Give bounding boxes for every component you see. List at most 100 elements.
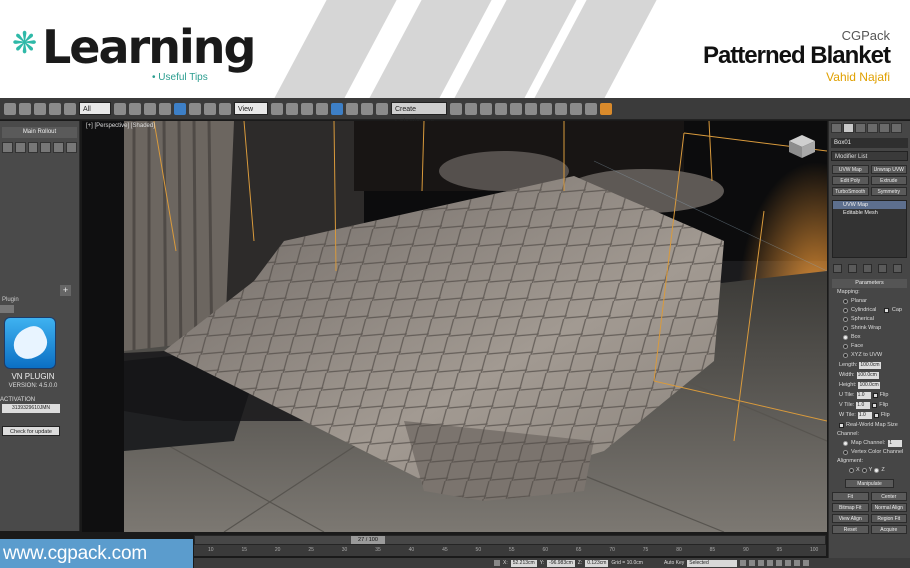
grid-icon[interactable]	[27, 142, 39, 153]
create-tab-icon[interactable]	[831, 123, 842, 133]
select-move-icon[interactable]	[174, 102, 186, 115]
pan-icon[interactable]	[794, 560, 801, 566]
pivot-center-icon[interactable]	[271, 102, 283, 115]
checker-icon[interactable]	[40, 142, 52, 153]
edit-poly-button[interactable]: Edit Poly	[832, 176, 869, 185]
render-production-icon[interactable]	[585, 102, 597, 115]
spinner-snap-icon[interactable]	[361, 102, 373, 115]
reset-button[interactable]: Reset	[832, 525, 869, 534]
sphere-icon[interactable]	[14, 142, 26, 153]
layer-manager-icon[interactable]	[480, 102, 492, 115]
mapping-planar[interactable]: Planar	[829, 297, 910, 306]
unlink-icon[interactable]	[49, 102, 61, 115]
viewport-label[interactable]: [+] [Perspective] [Shaded]	[86, 123, 155, 129]
go-to-end-icon[interactable]	[776, 560, 783, 566]
teapot-render-icon[interactable]	[600, 102, 612, 115]
bitmap-fit-button[interactable]: Bitmap Fit	[832, 503, 869, 512]
align-icon[interactable]	[465, 102, 477, 115]
cube-icon[interactable]	[2, 142, 13, 153]
viewcube-icon[interactable]	[787, 133, 817, 159]
mapping-spherical[interactable]: Spherical	[829, 315, 910, 324]
select-manipulate-icon[interactable]	[286, 102, 298, 115]
hierarchy-tab-icon[interactable]	[855, 123, 866, 133]
schematic-view-icon[interactable]	[525, 102, 537, 115]
redo-icon[interactable]	[19, 102, 31, 115]
rectangular-selection-icon[interactable]	[144, 102, 156, 115]
time-slider-thumb[interactable]: 27 / 100	[351, 536, 385, 544]
snaps-toggle-icon[interactable]	[316, 102, 328, 115]
plugin-tab[interactable]	[0, 305, 14, 313]
remove-modifier-icon[interactable]	[878, 264, 887, 273]
w-flip-checkbox[interactable]	[873, 412, 879, 418]
next-frame-icon[interactable]	[767, 560, 774, 566]
lock-selection-icon[interactable]	[494, 560, 500, 566]
mirror-icon[interactable]	[450, 102, 462, 115]
time-slider[interactable]: 27 / 100	[194, 535, 826, 545]
zoom-icon[interactable]	[785, 560, 792, 566]
graphite-ribbon-icon[interactable]	[495, 102, 507, 115]
parameters-rollout-title[interactable]: Parameters	[832, 279, 907, 288]
view-align-button[interactable]: View Align	[832, 514, 869, 523]
bed-icon[interactable]	[53, 142, 65, 153]
width-spinner[interactable]: 100.0cm	[856, 371, 879, 379]
undo-icon[interactable]	[4, 102, 16, 115]
select-rotate-icon[interactable]	[189, 102, 201, 115]
previous-frame-icon[interactable]	[749, 560, 756, 566]
w-tile-spinner[interactable]: 1.0	[857, 411, 872, 419]
function-icon[interactable]	[66, 142, 77, 153]
mapping-cylindrical[interactable]: Cylindrical Cap	[829, 306, 910, 315]
check-update-button[interactable]: Check for update	[2, 426, 60, 436]
auto-key-label[interactable]: Auto Key	[664, 560, 684, 566]
select-by-name-icon[interactable]	[129, 102, 141, 115]
select-object-icon[interactable]	[114, 102, 126, 115]
reference-coordinate-dropdown[interactable]: View	[234, 102, 268, 115]
orbit-icon[interactable]	[803, 560, 810, 566]
link-icon[interactable]	[34, 102, 46, 115]
percent-snap-icon[interactable]	[346, 102, 358, 115]
unwrap-uvw-button[interactable]: Unwrap UVW	[870, 165, 907, 174]
modifier-list-dropdown[interactable]: Modifier List	[831, 151, 908, 161]
z-coordinate-field[interactable]: 0.123cm	[585, 559, 609, 567]
bind-space-warp-icon[interactable]	[64, 102, 76, 115]
add-icon[interactable]: +	[60, 285, 71, 296]
keyboard-shortcut-override-icon[interactable]	[301, 102, 313, 115]
symmetry-button[interactable]: Symmetry	[870, 187, 907, 196]
u-tile-spinner[interactable]: 1.0	[856, 391, 871, 399]
select-scale-icon[interactable]	[204, 102, 216, 115]
height-spinner[interactable]: 100.0cm	[858, 381, 881, 389]
real-world-row[interactable]: Real-World Map Size	[829, 420, 910, 430]
rendered-frame-window-icon[interactable]	[570, 102, 582, 115]
fit-button[interactable]: Fit	[832, 492, 869, 501]
x-coordinate-field[interactable]: 52.213cm	[510, 559, 537, 567]
show-end-result-icon[interactable]	[848, 264, 857, 273]
mapping-face[interactable]: Face	[829, 342, 910, 351]
configure-sets-icon[interactable]	[893, 264, 902, 273]
object-name-field[interactable]: Box01	[831, 138, 908, 148]
angle-snap-icon[interactable]	[331, 102, 343, 115]
key-filter-dropdown[interactable]: Selected	[687, 559, 738, 567]
track-bar[interactable]: 10 15 20 25 30 35 40 45 50 55 60 65 70 75 80 85 90 95 100	[194, 545, 826, 556]
v-flip-checkbox[interactable]	[872, 402, 878, 408]
map-channel-radio[interactable]: Map Channel: 1	[829, 439, 910, 448]
v-tile-spinner[interactable]: 1.0	[856, 401, 871, 409]
modify-tab-icon[interactable]	[843, 123, 854, 133]
center-button[interactable]: Center	[870, 492, 907, 501]
manipulate-button[interactable]: Manipulate	[845, 479, 894, 488]
curve-editor-icon[interactable]	[510, 102, 522, 115]
pin-stack-icon[interactable]	[833, 264, 842, 273]
activation-code-field[interactable]: 3139329610JMN	[2, 404, 60, 413]
turbosmooth-button[interactable]: TurboSmooth	[832, 187, 869, 196]
alignment-axis-radios[interactable]: X Y Z	[829, 466, 910, 475]
named-selection-sets-dropdown[interactable]: Create Selection Se	[391, 102, 447, 126]
normal-align-button[interactable]: Normal Align	[870, 503, 907, 512]
vertex-color-channel-radio[interactable]: Vertex Color Channel	[829, 448, 910, 457]
real-world-checkbox[interactable]	[839, 422, 844, 428]
play-icon[interactable]	[758, 560, 765, 566]
acquire-button[interactable]: Acquire	[870, 525, 907, 534]
window-crossing-icon[interactable]	[159, 102, 171, 115]
uvw-map-button[interactable]: UVW Map	[832, 165, 869, 174]
make-unique-icon[interactable]	[863, 264, 872, 273]
edit-named-selection-icon[interactable]	[376, 102, 388, 115]
perspective-viewport[interactable]: [+] [Perspective] [Shaded]	[82, 121, 827, 532]
render-setup-icon[interactable]	[555, 102, 567, 115]
